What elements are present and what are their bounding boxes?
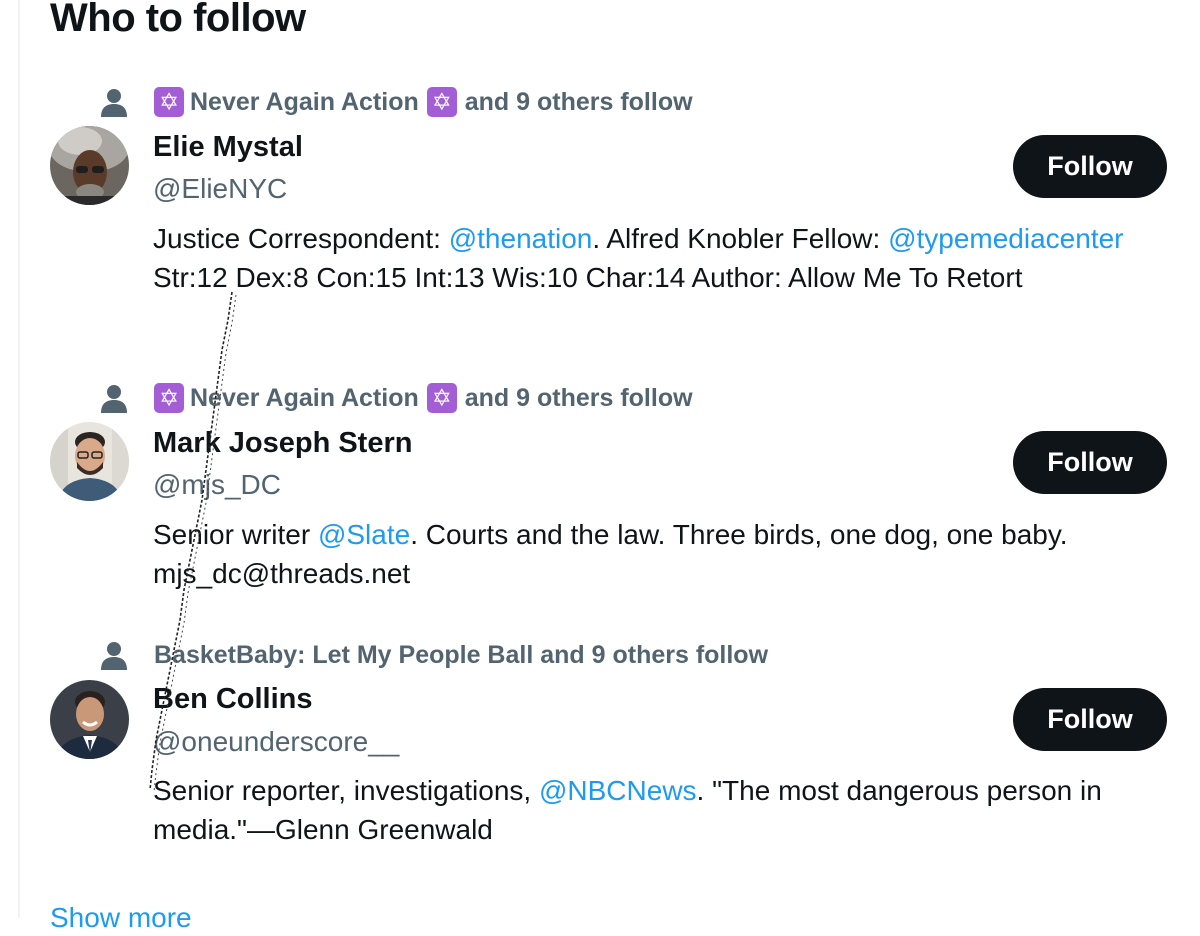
star-of-david-icon: ✡	[154, 383, 184, 413]
bio-text: Justice Correspondent:	[153, 223, 449, 254]
follow-button[interactable]: Follow	[1013, 688, 1167, 751]
mention-link[interactable]: @thenation	[449, 223, 593, 254]
social-context-text[interactable]: BasketBaby: Let My People Ball and 9 oth…	[154, 641, 768, 670]
mention-link[interactable]: @typemediacenter	[888, 223, 1123, 254]
social-context-name[interactable]: Never Again Action	[190, 384, 419, 413]
user-bio: Senior writer @Slate. Courts and the law…	[153, 515, 1163, 593]
user-name[interactable]: Ben Collins	[153, 681, 313, 717]
bio-text: Str:12 Dex:8 Con:15 Int:13 Wis:10 Char:1…	[153, 262, 1023, 293]
avatar[interactable]	[50, 422, 129, 501]
person-icon	[101, 89, 127, 117]
follow-button[interactable]: Follow	[1013, 431, 1167, 494]
user-handle[interactable]: @mjs_DC	[153, 467, 281, 503]
social-context: ✡ Never Again Action ✡ and 9 others foll…	[100, 85, 693, 119]
star-of-david-icon: ✡	[154, 87, 184, 117]
star-of-david-icon: ✡	[426, 383, 457, 413]
social-context-suffix: and 9 others follow	[464, 383, 693, 412]
avatar[interactable]	[50, 126, 129, 205]
bio-text: . Alfred Knobler Fellow:	[592, 223, 889, 254]
user-bio: Senior reporter, investigations, @NBCNew…	[153, 771, 1163, 849]
user-handle[interactable]: @oneunderscore__	[153, 724, 399, 760]
mention-link[interactable]: @Slate	[318, 519, 410, 550]
social-context-suffix: and 9 others follow	[464, 87, 693, 116]
user-bio: Justice Correspondent: @thenation. Alfre…	[153, 219, 1163, 297]
user-handle[interactable]: @ElieNYC	[153, 171, 287, 207]
avatar[interactable]	[50, 680, 129, 759]
star-of-david-icon: ✡	[426, 87, 457, 117]
bio-text: Senior reporter, investigations,	[153, 775, 539, 806]
person-icon	[101, 385, 127, 413]
social-context: BasketBaby: Let My People Ball and 9 oth…	[100, 638, 768, 672]
user-name[interactable]: Mark Joseph Stern	[153, 425, 412, 461]
show-more-link[interactable]: Show more	[50, 900, 192, 936]
bio-text: Senior writer	[153, 519, 318, 550]
person-icon	[101, 642, 127, 670]
follow-button[interactable]: Follow	[1013, 135, 1167, 198]
user-name[interactable]: Elie Mystal	[153, 129, 303, 165]
mention-link[interactable]: @NBCNews	[539, 775, 697, 806]
section-title: Who to follow	[50, 0, 306, 40]
social-context: ✡ Never Again Action ✡ and 9 others foll…	[100, 381, 693, 415]
social-context-name[interactable]: Never Again Action	[190, 88, 419, 117]
